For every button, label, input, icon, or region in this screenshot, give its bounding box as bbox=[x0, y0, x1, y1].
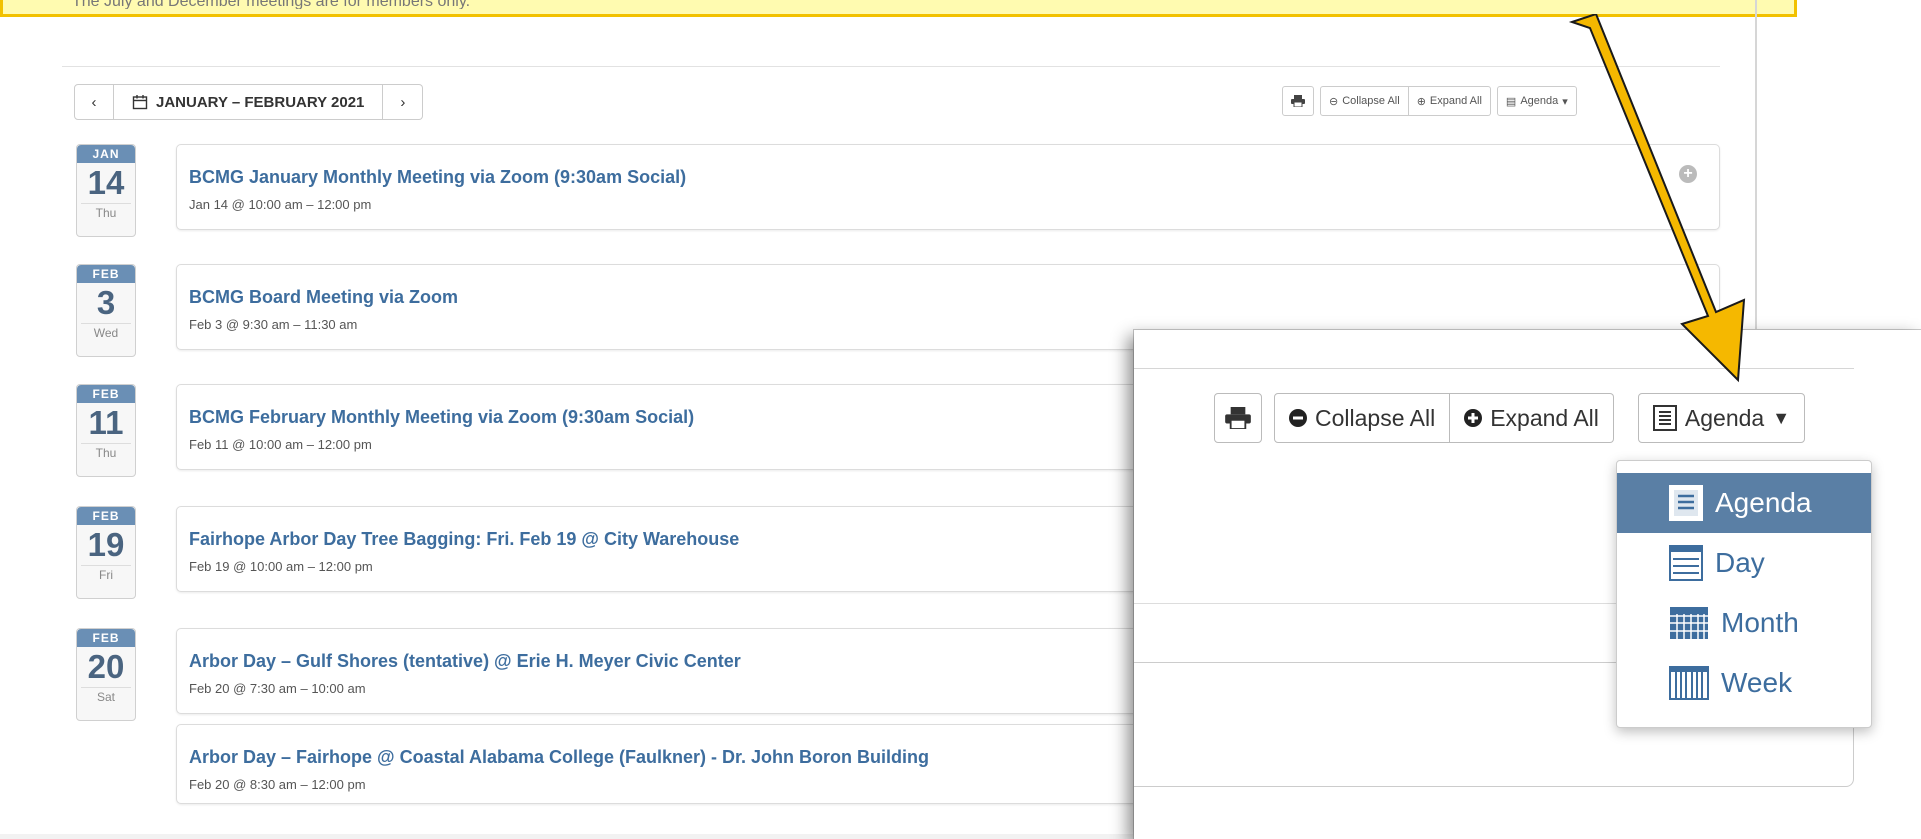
agenda-icon bbox=[1652, 405, 1677, 431]
menu-item-label: Day bbox=[1715, 547, 1765, 578]
print-icon bbox=[1291, 95, 1305, 107]
menu-item-agenda[interactable]: Agenda bbox=[1617, 473, 1871, 533]
expand-all-label: Expand All bbox=[1429, 95, 1482, 107]
date-badge: JAN 14 Thu bbox=[76, 144, 136, 237]
menu-item-label: Month bbox=[1721, 607, 1799, 638]
print-button[interactable] bbox=[1282, 86, 1314, 116]
date-badge: FEB 11 Thu bbox=[76, 384, 136, 477]
event-title[interactable]: BCMG February Monthly Meeting via Zoom (… bbox=[189, 407, 694, 428]
month-label: FEB bbox=[77, 385, 135, 403]
event-title[interactable]: BCMG Board Meeting via Zoom bbox=[189, 287, 458, 308]
view-dropdown-menu: Agenda Day Month Week bbox=[1616, 460, 1872, 728]
event-card[interactable]: BCMG January Monthly Meeting via Zoom (9… bbox=[176, 144, 1720, 230]
view-dropdown-button[interactable]: Agenda ▼ bbox=[1637, 393, 1806, 443]
members-note: The July and December meetings are for m… bbox=[72, 0, 471, 10]
plus-circle-icon: ⊕ bbox=[1416, 95, 1426, 108]
weekday-label: Thu bbox=[81, 443, 131, 462]
weekday-label: Thu bbox=[81, 203, 131, 222]
collapse-all-label: Collapse All bbox=[1342, 95, 1400, 107]
day-number: 19 bbox=[87, 526, 125, 563]
print-button[interactable] bbox=[1214, 393, 1262, 443]
agenda-icon bbox=[1669, 485, 1703, 521]
collapse-all-label: Collapse All bbox=[1315, 404, 1436, 431]
weekday-label: Wed bbox=[81, 323, 131, 342]
agenda-icon: ▤ bbox=[1505, 95, 1517, 108]
week-icon bbox=[1669, 666, 1709, 700]
event-title[interactable]: BCMG January Monthly Meeting via Zoom (9… bbox=[189, 167, 686, 188]
collapse-expand-group: Collapse All Expand All bbox=[1274, 393, 1614, 443]
view-label: Agenda bbox=[1684, 404, 1765, 431]
calendar-icon bbox=[132, 95, 148, 110]
date-badge: FEB 20 Sat bbox=[76, 628, 136, 721]
menu-item-week[interactable]: Week bbox=[1617, 653, 1871, 713]
zoomed-toolbar-panel: Collapse All Expand All Agenda ▼ Agenda … bbox=[1134, 330, 1921, 839]
date-range-button[interactable]: JANUARY – FEBRUARY 2021 bbox=[114, 84, 384, 120]
day-number: 11 bbox=[88, 404, 124, 441]
pointer-arrow-icon bbox=[1568, 14, 1746, 383]
plus-circle-icon bbox=[1464, 409, 1483, 427]
menu-item-label: Week bbox=[1721, 667, 1793, 698]
date-badge: FEB 3 Wed bbox=[76, 264, 136, 357]
day-number: 14 bbox=[87, 164, 125, 201]
date-range-label: JANUARY – FEBRUARY 2021 bbox=[156, 93, 365, 111]
calendar-toolbar: ⊖ Collapse All ⊕ Expand All ▤ Agenda ▾ bbox=[1282, 86, 1577, 116]
expand-all-label: Expand All bbox=[1490, 404, 1599, 431]
event-title[interactable]: Arbor Day – Gulf Shores (tentative) @ Er… bbox=[189, 651, 741, 672]
event-title[interactable]: Arbor Day – Fairhope @ Coastal Alabama C… bbox=[189, 747, 929, 768]
next-button[interactable]: › bbox=[383, 84, 424, 120]
menu-item-day[interactable]: Day bbox=[1617, 533, 1871, 593]
weekday-label: Fri bbox=[81, 565, 131, 584]
event-time: Feb 11 @ 10:00 am – 12:00 pm bbox=[189, 437, 372, 452]
date-navigation: ‹ JANUARY – FEBRUARY 2021 › bbox=[74, 84, 424, 120]
collapse-all-button[interactable]: ⊖ Collapse All bbox=[1320, 86, 1409, 116]
divider bbox=[62, 66, 1720, 67]
view-label: Agenda bbox=[1520, 95, 1559, 107]
month-label: FEB bbox=[77, 265, 135, 283]
month-icon bbox=[1670, 607, 1708, 639]
month-label: FEB bbox=[77, 507, 135, 525]
day-number: 20 bbox=[87, 648, 125, 685]
caret-down-icon: ▼ bbox=[1772, 407, 1791, 428]
weekday-label: Sat bbox=[81, 687, 131, 706]
month-label: JAN bbox=[77, 145, 135, 163]
menu-item-label: Agenda bbox=[1715, 487, 1812, 518]
collapse-all-button[interactable]: Collapse All bbox=[1274, 393, 1451, 443]
menu-item-month[interactable]: Month bbox=[1617, 593, 1871, 653]
day-number: 3 bbox=[96, 284, 116, 321]
event-time: Feb 19 @ 10:00 am – 12:00 pm bbox=[189, 559, 373, 574]
zoomed-toolbar: Collapse All Expand All Agenda ▼ bbox=[1214, 393, 1806, 443]
event-time: Feb 3 @ 9:30 am – 11:30 am bbox=[189, 317, 358, 332]
month-label: FEB bbox=[77, 629, 135, 647]
expand-all-button[interactable]: Expand All bbox=[1450, 393, 1614, 443]
date-badge: FEB 19 Fri bbox=[76, 506, 136, 599]
event-title[interactable]: Fairhope Arbor Day Tree Bagging: Fri. Fe… bbox=[189, 529, 739, 550]
event-time: Jan 14 @ 10:00 am – 12:00 pm bbox=[189, 197, 372, 212]
minus-circle-icon bbox=[1289, 409, 1307, 427]
event-time: Feb 20 @ 7:30 am – 10:00 am bbox=[189, 681, 366, 696]
day-icon bbox=[1669, 545, 1703, 581]
event-time: Feb 20 @ 8:30 am – 12:00 pm bbox=[189, 777, 366, 792]
minus-circle-icon: ⊖ bbox=[1329, 95, 1339, 108]
print-icon bbox=[1225, 407, 1251, 429]
prev-button[interactable]: ‹ bbox=[74, 84, 114, 120]
expand-all-button[interactable]: ⊕ Expand All bbox=[1408, 86, 1491, 116]
collapse-expand-group: ⊖ Collapse All ⊕ Expand All bbox=[1320, 86, 1491, 116]
